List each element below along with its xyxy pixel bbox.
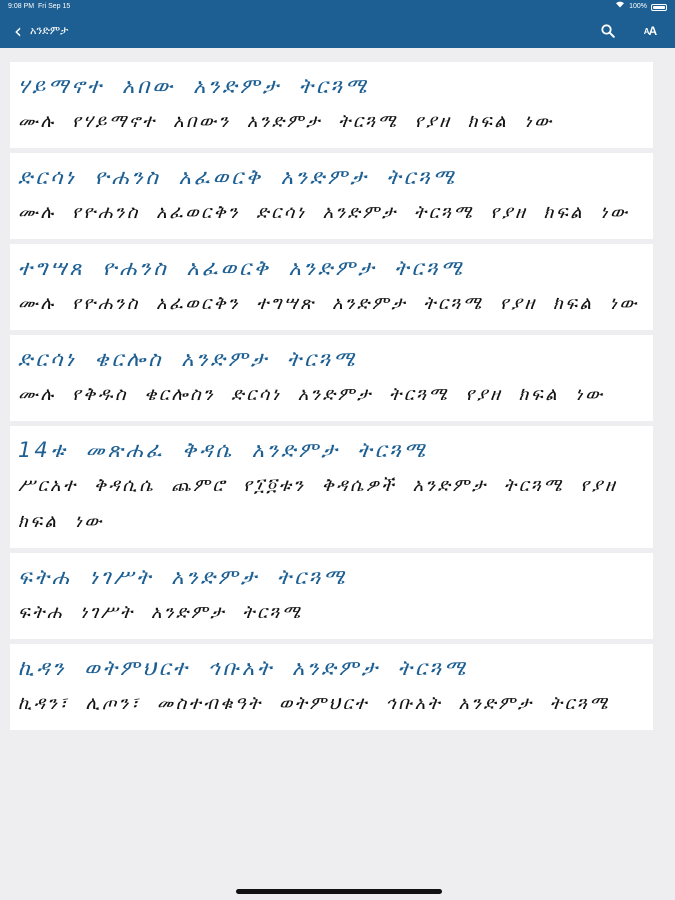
battery-percent: 100% bbox=[629, 3, 647, 10]
list-item[interactable]: ሃይማኖተ አበው አንድምታ ትርጓሜ ሙሉ የሃይማኖተ አበውን አንድምታ… bbox=[10, 62, 653, 148]
status-date: Fri Sep 15 bbox=[37, 3, 71, 10]
status-indicators: 100% bbox=[615, 0, 667, 14]
list-item-description: ሙሉ የሃይማኖተ አበውን አንድምታ ትርጓሜ የያዘ ክፍል ነው bbox=[18, 111, 554, 132]
back-label: አንድምታ bbox=[30, 24, 69, 37]
list-item-title: ፍትሐ ነገሥት አንድምታ ትርጓሜ bbox=[18, 565, 348, 589]
nav-actions: AA bbox=[599, 14, 659, 48]
search-icon[interactable] bbox=[599, 22, 617, 40]
list-item[interactable]: ድርሳነ ዮሐንስ አፈወርቅ አንድምታ ትርጓሜ ሙሉ የዮሐንስ አፈወርቅ… bbox=[10, 153, 653, 239]
text-size-icon[interactable]: AA bbox=[641, 22, 659, 40]
list-item-description: ኪዳን፣ ሊጦን፣ መስተብቁዓት ወትምህርተ ኅቡአት አንድምታ ትርጓሜ bbox=[18, 693, 611, 714]
list-item-description: ሙሉ የቅዱስ ቄርሎስን ድርሳነ አንድምታ ትርጓሜ የያዘ ክፍል ነው bbox=[18, 384, 605, 405]
list-item[interactable]: ድርሳነ ቄርሎስ አንድምታ ትርጓሜ ሙሉ የቅዱስ ቄርሎስን ድርሳነ አ… bbox=[10, 335, 653, 421]
status-time-date: 9:08 PM Fri Sep 15 bbox=[8, 0, 70, 14]
chevron-left-icon: ‹ bbox=[14, 19, 22, 43]
list-item[interactable]: ተግሣጸ ዮሐንስ አፈወርቅ አንድምታ ትርጓሜ ሙሉ የዮሐንስ አፈወርቅ… bbox=[10, 244, 653, 330]
list-item[interactable]: ኪዳን ወትምህርተ ኅቡአት አንድምታ ትርጓሜ ኪዳን፣ ሊጦን፣ መስተብ… bbox=[10, 644, 653, 730]
commentary-list: ሃይማኖተ አበው አንድምታ ትርጓሜ ሙሉ የሃይማኖተ አበውን አንድምታ… bbox=[10, 62, 653, 735]
wifi-icon bbox=[615, 0, 625, 14]
list-item-title: ተግሣጸ ዮሐንስ አፈወርቅ አንድምታ ትርጓሜ bbox=[18, 256, 465, 280]
list-item[interactable]: 14ቱ መጽሐፈ ቅዳሴ አንድምታ ትርጓሜ ሥርአተ ቅዳሲሴ ጨምሮ የ፲፬… bbox=[10, 426, 653, 548]
status-bar: 9:08 PM Fri Sep 15 100% bbox=[0, 0, 675, 14]
back-button[interactable]: ‹ አንድምታ bbox=[14, 14, 68, 48]
list-item-description: ሙሉ የዮሐንስ አፈወርቅን ተግሣጽ አንድምታ ትርጓሜ የያዘ ክፍል … bbox=[18, 293, 640, 314]
status-time: 9:08 PM bbox=[8, 3, 35, 10]
battery-icon bbox=[651, 3, 667, 11]
list-item-description: ፍትሐ ነገሥት አንድምታ ትርጓሜ bbox=[18, 602, 303, 623]
list-item[interactable]: ፍትሐ ነገሥት አንድምታ ትርጓሜ ፍትሐ ነገሥት አንድምታ ትርጓሜ bbox=[10, 553, 653, 639]
list-item-title: ኪዳን ወትምህርተ ኅቡአት አንድምታ ትርጓሜ bbox=[18, 656, 469, 680]
list-item-title: ድርሳነ ዮሐንስ አፈወርቅ አንድምታ ትርጓሜ bbox=[18, 165, 458, 189]
home-indicator[interactable] bbox=[236, 889, 442, 894]
list-item-title: 14ቱ መጽሐፈ ቅዳሴ አንድምታ ትርጓሜ bbox=[18, 438, 429, 462]
list-item-title: ድርሳነ ቄርሎስ አንድምታ ትርጓሜ bbox=[18, 347, 358, 371]
list-item-title: ሃይማኖተ አበው አንድምታ ትርጓሜ bbox=[18, 74, 370, 98]
list-item-description: ሥርአተ ቅዳሲሴ ጨምሮ የ፲፬ቱን ቅዳሴዎች አንድምታ ትርጓሜ የያዘ… bbox=[18, 475, 618, 532]
list-item-description: ሙሉ የዮሐንስ አፈወርቅን ድርሳነ አንድምታ ትርጓሜ የያዘ ክፍል … bbox=[18, 202, 630, 223]
navigation-bar: ‹ አንድምታ AA bbox=[0, 14, 675, 48]
